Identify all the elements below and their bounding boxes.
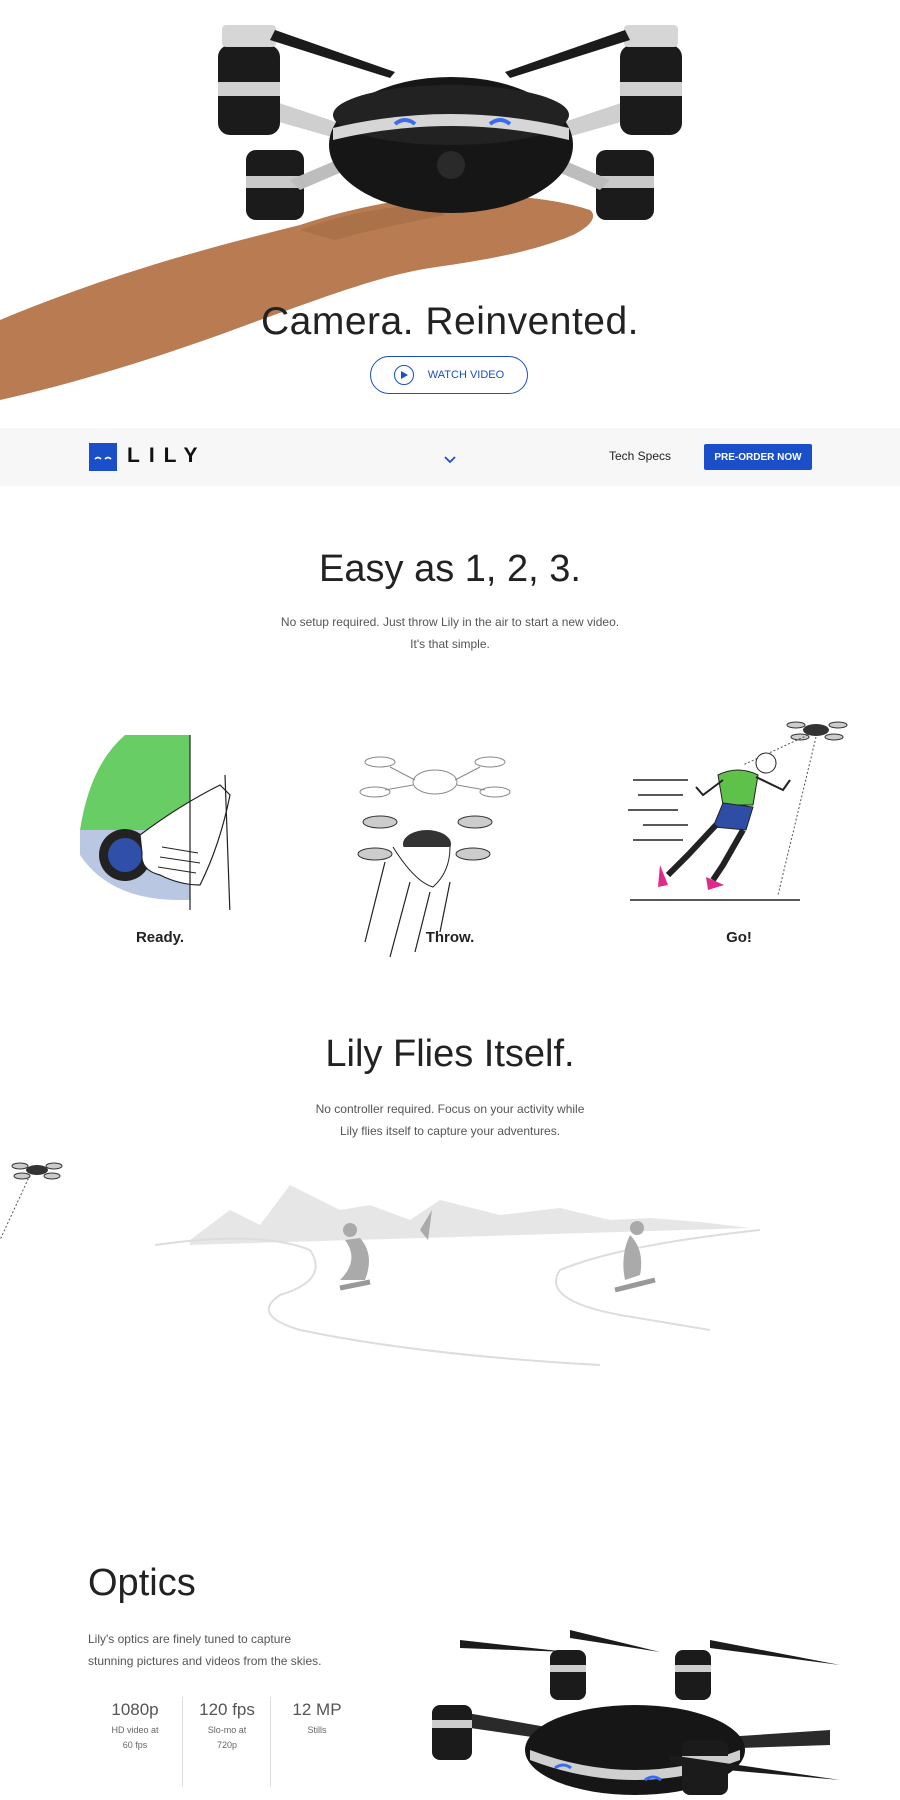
spec-divider <box>182 1697 183 1787</box>
flies-desc-line1: No controller required. Focus on your ac… <box>315 1102 585 1116</box>
spec-value: 120 fps <box>199 1700 255 1719</box>
nav-tech-specs-link[interactable]: Tech Specs <box>609 449 671 463</box>
step-throw-label: Throw. <box>425 929 475 946</box>
step-go-label: Go! <box>726 929 752 946</box>
lily-logo-icon[interactable] <box>89 443 117 471</box>
spec-divider <box>270 1697 271 1787</box>
logo-wordmark[interactable]: LILY <box>127 444 207 468</box>
spec-120fps: 120 fps Slo-mo at 720p <box>184 1700 270 1753</box>
flies-desc-line2: Lily flies itself to capture your advent… <box>339 1124 561 1138</box>
spec-note-line1: HD video at <box>111 1725 159 1735</box>
spec-note-line2: 60 fps <box>122 1740 148 1750</box>
go-illustration <box>628 721 848 901</box>
preorder-button[interactable]: PRE-ORDER NOW <box>704 444 812 470</box>
optics-drone-image <box>432 1630 840 1795</box>
snowboard-landscape-illustration <box>0 1162 761 1366</box>
spec-value: 12 MP <box>292 1700 342 1719</box>
watch-video-button[interactable]: WATCH VIDEO <box>370 356 528 394</box>
step-ready-label: Ready. <box>135 929 185 946</box>
spec-12mp: 12 MP Stills <box>274 1700 360 1738</box>
optics-title: Optics <box>88 1562 196 1604</box>
watch-video-label: WATCH VIDEO <box>427 369 505 381</box>
chevron-down-icon[interactable] <box>443 452 457 470</box>
play-icon <box>393 365 414 385</box>
spec-value: 1080p <box>111 1700 159 1719</box>
easy-desc-line2: It's that simple. <box>410 637 490 651</box>
optics-description: Lily's optics are finely tuned to captur… <box>88 1628 348 1672</box>
hero-title: Camera. Reinvented. <box>260 300 640 343</box>
ready-illustration <box>80 735 231 910</box>
spec-1080p: 1080p HD video at 60 fps <box>92 1700 178 1753</box>
easy-title: Easy as 1, 2, 3. <box>319 548 581 590</box>
optics-desc-line2: stunning pictures and videos from the sk… <box>88 1654 322 1668</box>
spec-note-line2: 720p <box>216 1740 238 1750</box>
easy-desc-line1: No setup required. Just throw Lily in th… <box>280 615 620 629</box>
spec-note-line1: Stills <box>307 1725 327 1735</box>
hero-section: Camera. Reinvented. WATCH VIDEO <box>0 0 900 428</box>
spec-note-line1: Slo-mo at <box>207 1725 247 1735</box>
flies-title: Lily Flies Itself. <box>325 1033 575 1075</box>
navbar: LILY Tech Specs PRE-ORDER NOW <box>0 428 900 486</box>
optics-desc-line1: Lily's optics are finely tuned to captur… <box>88 1632 292 1646</box>
